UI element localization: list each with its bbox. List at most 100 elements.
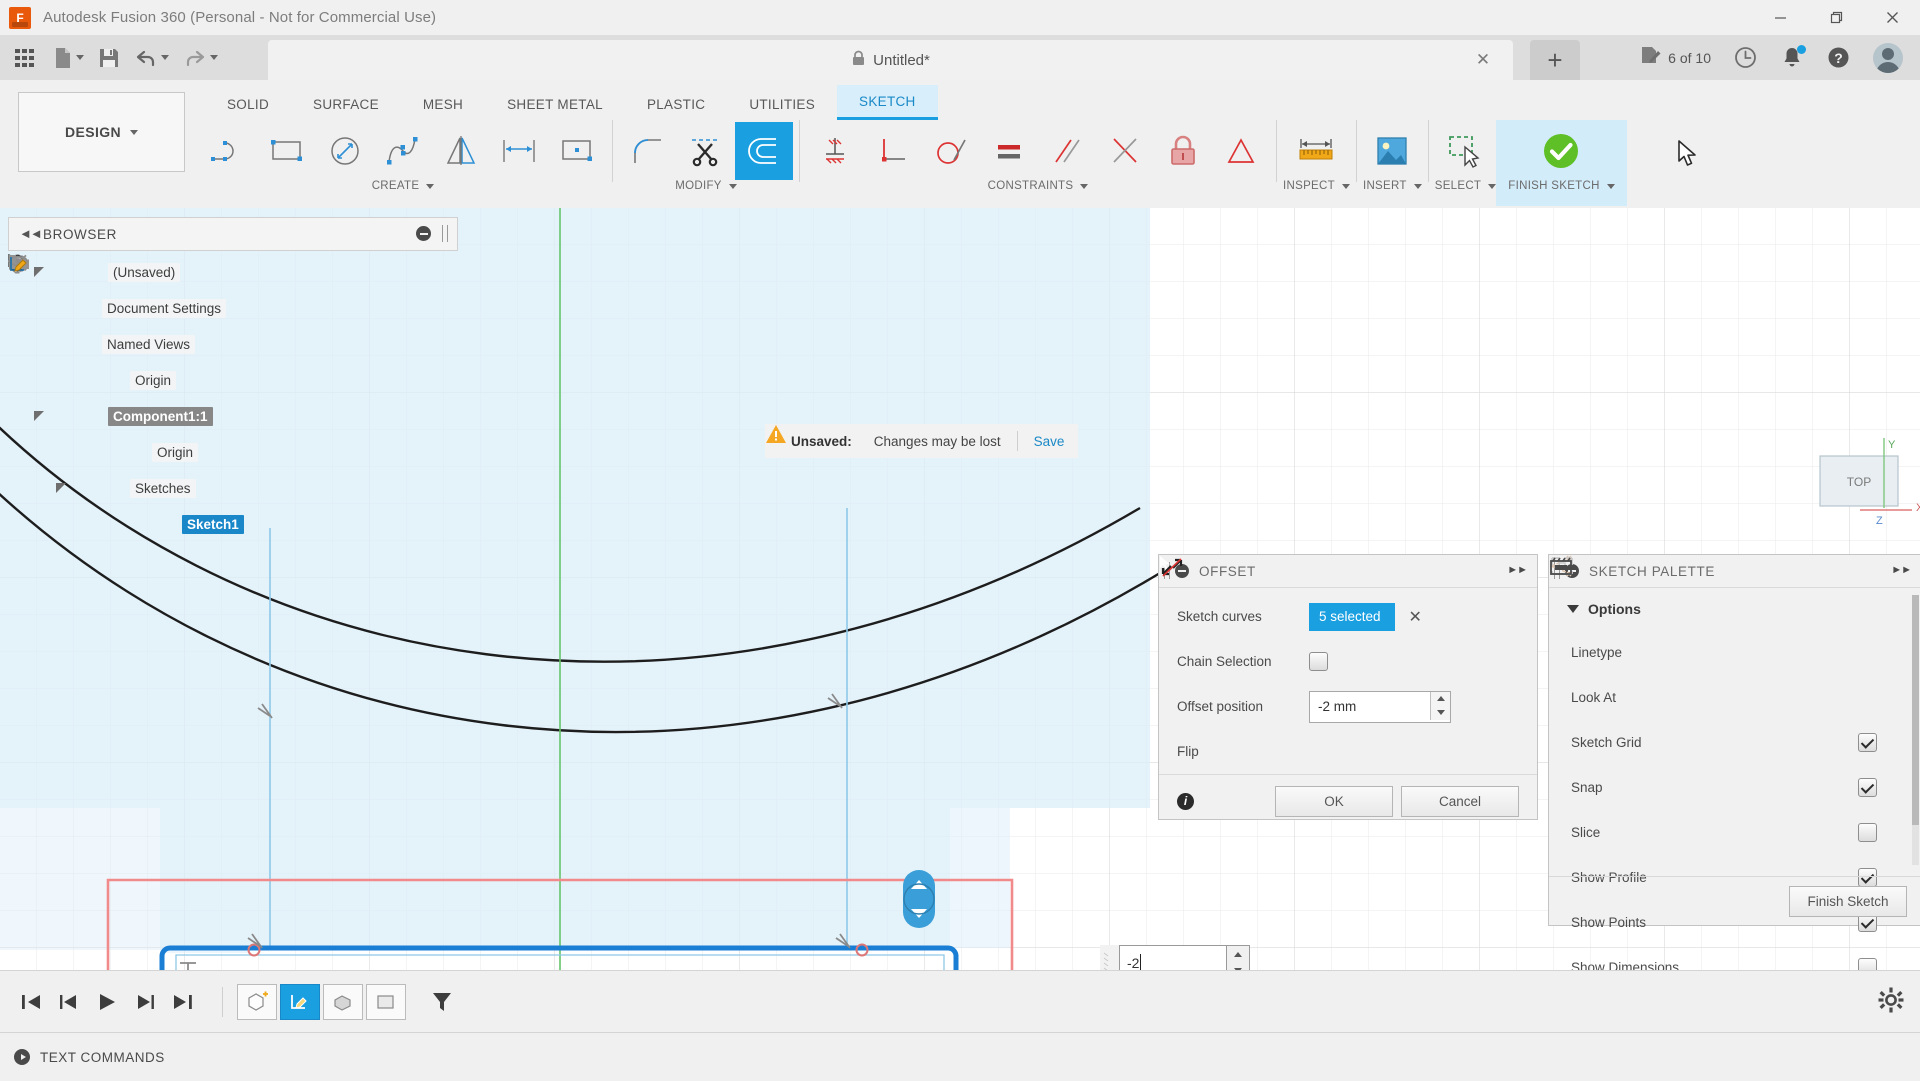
insert-image-icon[interactable]: [1363, 122, 1421, 180]
parallel-icon[interactable]: [1038, 122, 1096, 180]
help-icon[interactable]: ?: [1817, 35, 1860, 80]
close-icon[interactable]: [1864, 0, 1920, 35]
tab-mesh[interactable]: MESH: [401, 88, 485, 120]
sketch-palette-header[interactable]: SKETCH PALETTE ►►: [1549, 555, 1920, 588]
eye-visible-icon[interactable]: [126, 510, 154, 538]
collapse-left-icon[interactable]: ◄◄: [19, 226, 41, 241]
finish-sketch-button[interactable]: Finish Sketch: [1789, 886, 1907, 917]
inline-value-input[interactable]: -2: [1100, 945, 1250, 970]
panel-select-label[interactable]: SELECT: [1435, 180, 1497, 192]
minimize-panel-icon[interactable]: [416, 226, 431, 241]
tree-node-unsaved[interactable]: (Unsaved): [8, 254, 468, 290]
expander-right-icon[interactable]: [48, 326, 74, 362]
sketch-curves-selection-button[interactable]: 5 selected: [1309, 603, 1395, 631]
spinner-down-icon[interactable]: [1227, 963, 1249, 971]
clock-icon[interactable]: [1724, 35, 1767, 80]
chevron-down-icon[interactable]: [130, 130, 138, 135]
inline-input-stepper[interactable]: [1227, 945, 1250, 970]
tab-solid[interactable]: SOLID: [205, 88, 291, 120]
save-link[interactable]: Save: [1034, 434, 1065, 449]
undo-icon[interactable]: [127, 35, 176, 80]
extrude-feature-icon[interactable]: [323, 984, 363, 1020]
save-icon[interactable]: [91, 35, 127, 80]
offset-icon[interactable]: [735, 122, 793, 180]
eye-visible-icon[interactable]: [74, 474, 102, 502]
chevron-down-icon[interactable]: [1488, 184, 1496, 189]
expand-icon[interactable]: [14, 1049, 30, 1065]
tree-node-component1[interactable]: Component1:1: [8, 398, 468, 434]
chevron-down-icon[interactable]: [1607, 184, 1615, 189]
expander-right-icon[interactable]: [48, 362, 74, 398]
info-icon[interactable]: i: [1177, 793, 1194, 810]
tab-sheet-metal[interactable]: SHEET METAL: [485, 88, 625, 120]
sketch-canvas[interactable]: TOP Y X Z ◄◄ BROWSER: [0, 208, 1920, 970]
chevron-down-icon[interactable]: [1414, 184, 1422, 189]
expand-right-icon[interactable]: ►►: [1891, 564, 1911, 576]
trial-counter[interactable]: 6 of 10: [1630, 35, 1720, 80]
bell-icon[interactable]: [1771, 35, 1813, 80]
spline-icon[interactable]: [374, 122, 432, 180]
sketch-grid-checkbox[interactable]: [1858, 733, 1877, 752]
chevron-down-icon[interactable]: [1567, 605, 1579, 613]
offset-position-input[interactable]: [1309, 691, 1451, 723]
trim-scissors-icon[interactable]: [677, 122, 735, 180]
expander-down-icon[interactable]: [48, 470, 74, 506]
tab-surface[interactable]: SURFACE: [291, 88, 401, 120]
step-back-icon[interactable]: [50, 977, 88, 1027]
perpendicular-icon[interactable]: [864, 122, 922, 180]
tree-node-named-views[interactable]: Named Views: [8, 326, 468, 362]
play-icon[interactable]: [88, 977, 126, 1027]
tree-node-sketch1[interactable]: Sketch1: [8, 506, 468, 542]
offset-position-stepper[interactable]: [1430, 692, 1450, 720]
go-to-end-icon[interactable]: [164, 977, 202, 1027]
restore-icon[interactable]: [1808, 0, 1864, 35]
expander-right-icon[interactable]: [48, 290, 74, 326]
tree-node-sketches[interactable]: Sketches: [8, 470, 468, 506]
new-document-icon[interactable]: [46, 35, 91, 80]
tree-node-component-origin[interactable]: Origin: [8, 434, 468, 470]
new-component-icon[interactable]: [237, 984, 277, 1020]
circle-icon[interactable]: [316, 122, 374, 180]
close-tab-icon[interactable]: ✕: [1473, 50, 1493, 70]
timeline-settings-gear-icon[interactable]: [1878, 987, 1904, 1016]
spinner-up-icon[interactable]: [1431, 692, 1450, 706]
fix-lock-icon[interactable]: [1154, 122, 1212, 180]
expander-right-icon[interactable]: [70, 434, 96, 470]
document-tab[interactable]: Untitled* ✕: [268, 40, 1513, 80]
snap-checkbox[interactable]: [1858, 778, 1877, 797]
panel-insert-label[interactable]: INSERT: [1363, 180, 1422, 192]
rectangle-icon[interactable]: [258, 122, 316, 180]
rectangular-pattern-icon[interactable]: [548, 122, 606, 180]
symmetry-icon[interactable]: [1096, 122, 1154, 180]
coincident-icon[interactable]: [806, 122, 864, 180]
fillet-icon[interactable]: [619, 122, 677, 180]
palette-scrollbar-thumb[interactable]: [1912, 595, 1919, 825]
tangent-icon[interactable]: [922, 122, 980, 180]
clear-selection-icon[interactable]: ✕: [1409, 607, 1422, 627]
spinner-down-icon[interactable]: [1431, 706, 1450, 720]
chevron-down-icon[interactable]: [210, 55, 218, 60]
slice-checkbox[interactable]: [1858, 823, 1877, 842]
show-dimensions-checkbox[interactable]: [1858, 958, 1877, 970]
select-window-icon[interactable]: [1436, 122, 1494, 180]
body-feature-icon[interactable]: [366, 984, 406, 1020]
tab-utilities[interactable]: UTILITIES: [727, 88, 837, 120]
chevron-down-icon[interactable]: [729, 184, 737, 189]
offset-dialog-header[interactable]: OFFSET ►►: [1159, 555, 1537, 588]
chain-selection-checkbox[interactable]: [1309, 652, 1328, 671]
minimize-icon[interactable]: [1752, 0, 1808, 35]
line-icon[interactable]: [200, 122, 258, 180]
panel-finish-sketch-label[interactable]: FINISH SKETCH: [1508, 180, 1614, 192]
panel-inspect-label[interactable]: INSPECT: [1283, 180, 1350, 192]
options-section-header[interactable]: Options: [1549, 588, 1920, 630]
midpoint-icon[interactable]: [1212, 122, 1270, 180]
measure-ruler-icon[interactable]: [1287, 122, 1345, 180]
inline-input-grip[interactable]: [1100, 945, 1119, 970]
chevron-down-icon[interactable]: [76, 55, 84, 60]
eye-hidden-icon[interactable]: [96, 438, 124, 466]
chevron-down-icon[interactable]: [426, 184, 434, 189]
chevron-down-icon[interactable]: [1342, 184, 1350, 189]
chevron-down-icon[interactable]: [161, 55, 169, 60]
panel-modify-label[interactable]: MODIFY: [675, 180, 737, 192]
cancel-button[interactable]: Cancel: [1401, 786, 1519, 817]
